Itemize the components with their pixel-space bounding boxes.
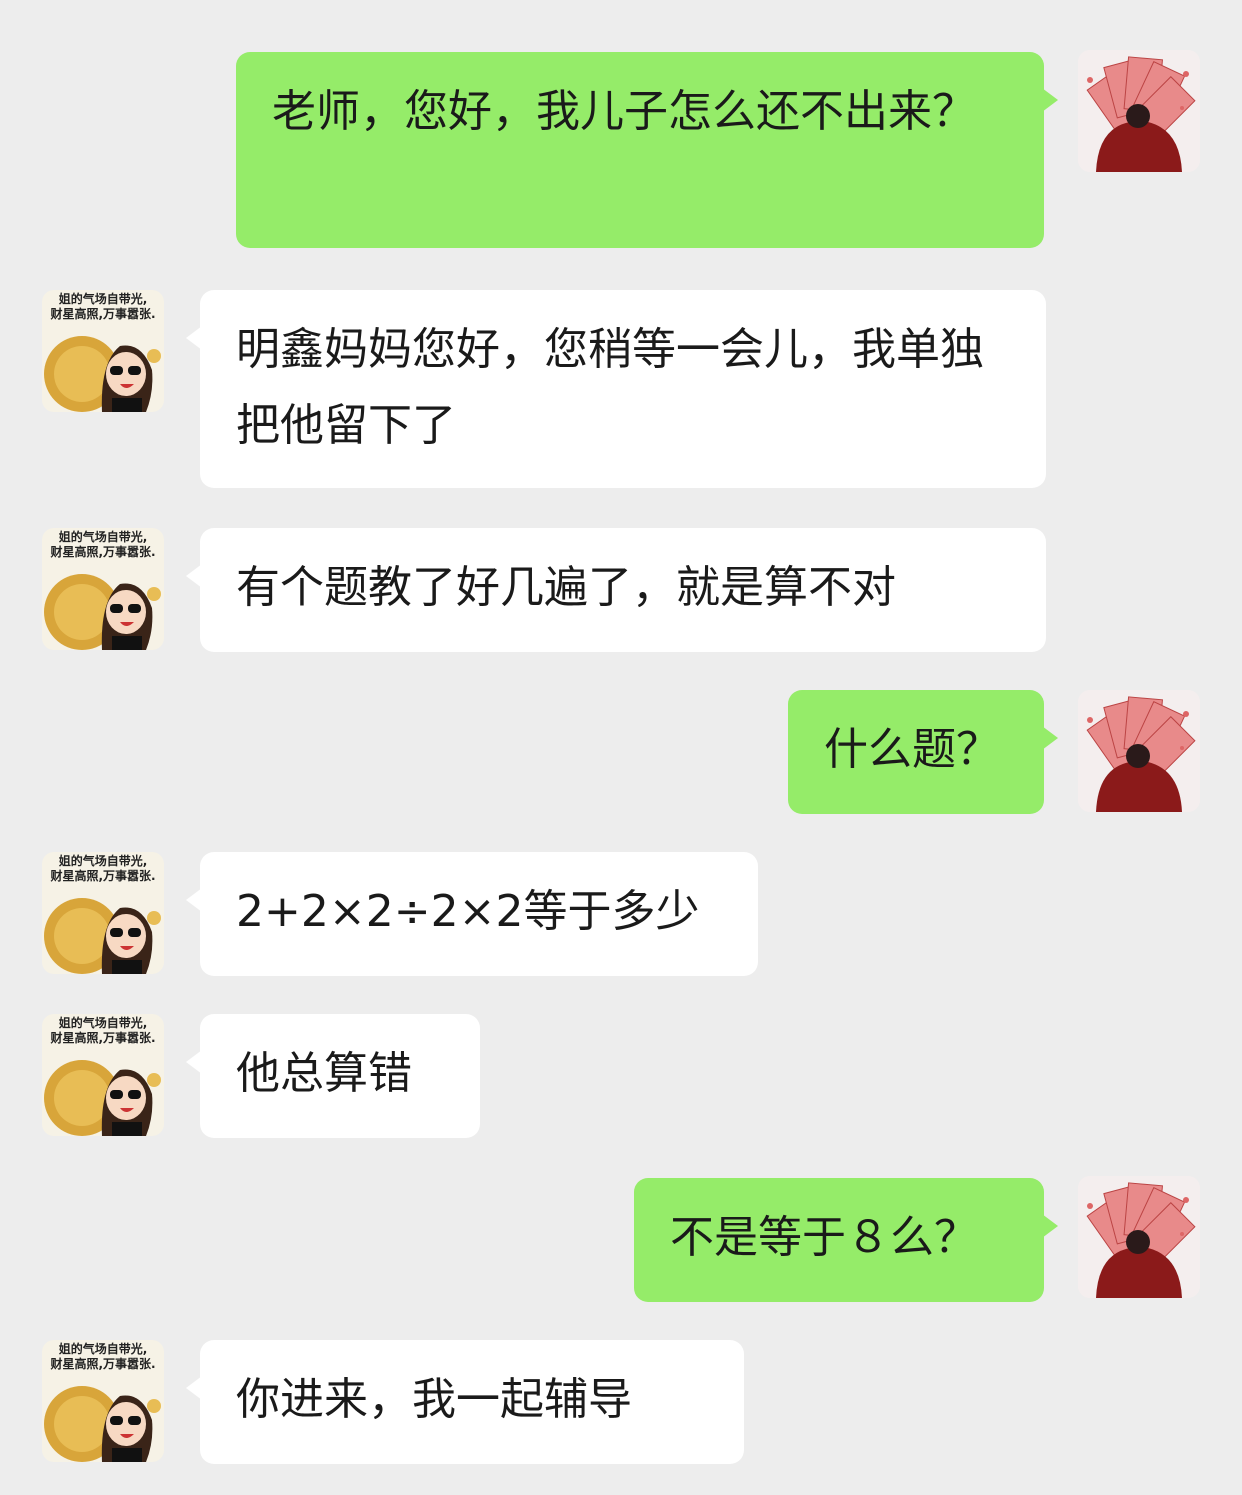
avatar-caption-line2: 财星高照,万事嚣张. xyxy=(50,1357,156,1371)
avatar-caption-line2: 财星高照,万事嚣张. xyxy=(50,545,156,559)
cartoon-girl-gold-coin-avatar-icon xyxy=(44,1386,161,1462)
money-fan-avatar-icon xyxy=(1078,690,1200,812)
cartoon-girl-gold-coin-avatar-icon xyxy=(44,898,161,974)
money-fan-avatar-icon xyxy=(1078,1176,1200,1298)
contact-avatar[interactable]: 姐的气场自带光, 财星高照,万事嚣张. xyxy=(42,1340,164,1462)
avatar-caption-line1: 姐的气场自带光, xyxy=(58,1342,148,1356)
contact-avatar[interactable]: 姐的气场自带光, 财星高照,万事嚣张. xyxy=(42,290,164,412)
contact-avatar[interactable]: 姐的气场自带光, 财星高照,万事嚣张. xyxy=(42,1014,164,1136)
avatar-caption-line2: 财星高照,万事嚣张. xyxy=(50,869,156,883)
message-bubble-outgoing[interactable]: 老师，您好，我儿子怎么还不出来？ xyxy=(236,52,1058,248)
contact-avatar[interactable]: 姐的气场自带光, 财星高照,万事嚣张. xyxy=(42,528,164,650)
message-bubble-incoming[interactable]: 他总算错 xyxy=(186,1014,480,1138)
cartoon-girl-gold-coin-avatar-icon xyxy=(44,1060,161,1136)
message-bubble-incoming[interactable]: 有个题教了好几遍了，就是算不对 xyxy=(186,528,1046,652)
message-bubble-incoming[interactable]: 明鑫妈妈您好，您稍等一会儿，我单独把他留下了 xyxy=(186,290,1046,488)
contact-avatar[interactable]: 姐的气场自带光, 财星高照,万事嚣张. xyxy=(42,852,164,974)
self-avatar[interactable] xyxy=(1078,1176,1200,1298)
avatar-caption-line1: 姐的气场自带光, xyxy=(58,292,148,306)
avatar-caption-line1: 姐的气场自带光, xyxy=(58,530,148,544)
message-bubble-outgoing[interactable]: 不是等于８么？ xyxy=(634,1178,1058,1302)
message-bubble-incoming[interactable]: 你进来，我一起辅导 xyxy=(186,1340,744,1464)
self-avatar[interactable] xyxy=(1078,690,1200,812)
cartoon-girl-gold-coin-avatar-icon xyxy=(44,336,161,412)
money-fan-avatar-icon xyxy=(1078,50,1200,172)
message-bubble-outgoing[interactable]: 什么题？ xyxy=(788,690,1058,814)
avatar-caption-line2: 财星高照,万事嚣张. xyxy=(50,307,156,321)
self-avatar[interactable] xyxy=(1078,50,1200,172)
avatar-caption-line1: 姐的气场自带光, xyxy=(58,854,148,868)
cartoon-girl-gold-coin-avatar-icon xyxy=(44,574,161,650)
avatar-caption-line2: 财星高照,万事嚣张. xyxy=(50,1031,156,1045)
avatar-caption-line1: 姐的气场自带光, xyxy=(58,1016,148,1030)
message-bubble-incoming[interactable]: 2+2×2÷2×2等于多少 xyxy=(186,852,758,976)
